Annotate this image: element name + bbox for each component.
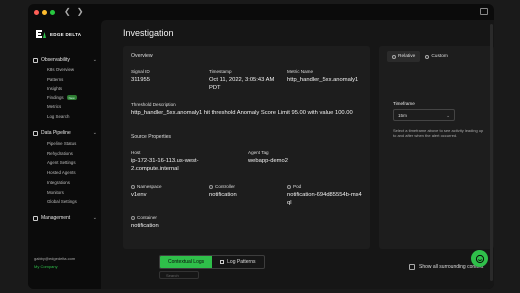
scrollbar[interactable] [490,24,493,281]
maximize-window-button[interactable] [50,9,55,15]
timestamp-value: Oct 11, 2022, 3:05:43 AM PDT [209,77,275,91]
sidebar: EDGE DELTA Observability ⌄ K8s Overview … [28,20,101,289]
log-tabs: Contextual Logs Log Patterns [159,255,265,269]
show-context-toggle[interactable]: Show all surrounding context [409,264,483,270]
logs-section: Contextual Logs Log Patterns Search Show… [123,251,494,289]
tab-label: Relative [398,54,416,59]
tab-custom[interactable]: Custom [420,51,453,62]
edge-delta-logo-icon [36,30,46,38]
tab-label: Log Patterns [227,259,256,265]
controller-value: notification [209,192,237,198]
chevron-down-icon: ⌄ [446,113,450,118]
agent-tag-value: webapp-demo2 [248,158,288,164]
log-search-input[interactable]: Search [159,271,199,279]
chat-icon [475,254,484,263]
user-email[interactable]: gabby@edgedelta.com [34,256,75,261]
sidebar-item-patterns[interactable]: Patterns [47,77,63,82]
pod-label-text: Pod [293,184,302,189]
chevron-down-icon: ⌄ [92,130,97,136]
container-value: notification [131,223,159,229]
metric-name-label: Metric Name [287,69,314,74]
forward-arrow-icon[interactable]: ❯ [77,8,84,16]
title-bar: ❮ ❯ [28,4,494,20]
help-chat-button[interactable] [471,250,488,267]
section-label: Observability [41,57,70,63]
app-window: ❮ ❯ EDGE DELTA Observability ⌄ K8s Overv… [28,4,494,289]
controller-label-text: Controller [215,184,235,189]
close-window-button[interactable] [34,9,39,15]
sidebar-section-data-pipeline[interactable]: Data Pipeline ⌄ [33,130,97,136]
namespace-value: v1env [131,192,147,198]
sidebar-item-log-search[interactable]: Log Search [47,114,69,119]
namespace-label-text: Namespace [137,184,162,189]
checkbox[interactable] [409,264,415,270]
brand-logo[interactable]: EDGE DELTA [35,29,81,39]
host-label: Host [131,150,141,155]
overview-card: Overview Signal ID 311955 Timestamp Oct … [123,46,370,249]
sidebar-section-observability[interactable]: Observability ⌄ [33,57,97,63]
pod-label: Pod [287,184,301,189]
namespace-icon [131,184,135,189]
timeframe-panel: Relative Custom Timeframe 15m ⌄ Select a… [379,46,494,249]
signal-id-value: 311955 [131,77,150,83]
container-label-text: Container [137,215,157,220]
controller-label: Controller [209,184,235,189]
host-value: ip-172-31-16-113.us-west-2.compute.inter… [131,158,199,172]
agent-tag-label: Agent Tag [248,150,269,155]
chevron-down-icon: ⌄ [92,215,97,221]
pod-icon [287,184,291,189]
timeframe-value: 15m [398,113,407,118]
timeframe-label: Timeframe [393,101,415,106]
user-company[interactable]: My Company [34,264,58,269]
minimize-window-button[interactable] [42,9,47,15]
container-label: Container [131,215,157,220]
timeframe-tabs: Relative Custom [387,51,453,62]
overview-heading: Overview [131,53,153,59]
calendar-icon [425,54,430,59]
new-badge: New [66,95,77,100]
threshold-description-value: http_handler_5xx.anomaly1 hit threshold … [131,110,353,116]
controller-icon [209,184,213,189]
tab-label: Custom [431,54,448,59]
pipeline-icon [33,130,38,136]
sidebar-item-metrics[interactable]: Metrics [47,104,61,109]
sidebar-item-label: Findings [47,95,64,100]
namespace-label: Namespace [131,184,162,189]
container-icon [131,215,135,220]
timeframe-select[interactable]: 15m ⌄ [393,109,455,121]
signal-id-label: Signal ID [131,69,150,74]
threshold-description-label: Threshold Description [131,102,176,107]
timestamp-label: Timestamp [209,69,232,74]
eye-icon [33,57,38,63]
sidebar-section-management[interactable]: Management ⌄ [33,215,97,221]
sidebar-item-global-settings[interactable]: Global Settings [47,199,77,204]
page-title: Investigation [123,28,174,38]
tab-contextual-logs[interactable]: Contextual Logs [160,256,213,268]
section-label: Data Pipeline [41,130,71,136]
sidebar-item-rehydrations[interactable]: Rehydrations [47,151,73,156]
section-label: Management [41,215,71,221]
sidebar-item-integrations[interactable]: Integrations [47,180,70,185]
tab-log-patterns[interactable]: Log Patterns [212,256,263,268]
clock-icon [392,54,396,59]
sidebar-item-insights[interactable]: Insights [47,86,62,91]
pod-value: notification-694d85554b-ms4ql [287,192,362,206]
sidebar-item-hosted-agents[interactable]: Hosted Agents [47,170,76,175]
window-menu-icon[interactable] [480,8,488,15]
tab-relative[interactable]: Relative [387,51,421,62]
source-properties-heading: Source Properties [131,134,172,140]
sidebar-item-agent-settings[interactable]: Agent Settings [47,160,76,165]
brand-name: EDGE DELTA [50,31,82,37]
chevron-down-icon: ⌄ [92,57,97,63]
sidebar-item-k8s-overview[interactable]: K8s Overview [47,67,74,72]
metric-name-value: http_handler_5xx.anomaly1 [287,77,359,83]
main-content: Investigation Overview Signal ID 311955 … [101,20,494,289]
sidebar-item-pipeline-status[interactable]: Pipeline Status [47,141,76,146]
briefcase-icon [33,215,38,221]
sidebar-item-findings[interactable]: Findings New [47,95,77,100]
timeframe-help-text: Select a timeframe above to see activity… [393,128,484,139]
sidebar-item-monitors[interactable]: Monitors [47,190,64,195]
back-arrow-icon[interactable]: ❮ [64,8,71,16]
pattern-icon [220,260,225,264]
